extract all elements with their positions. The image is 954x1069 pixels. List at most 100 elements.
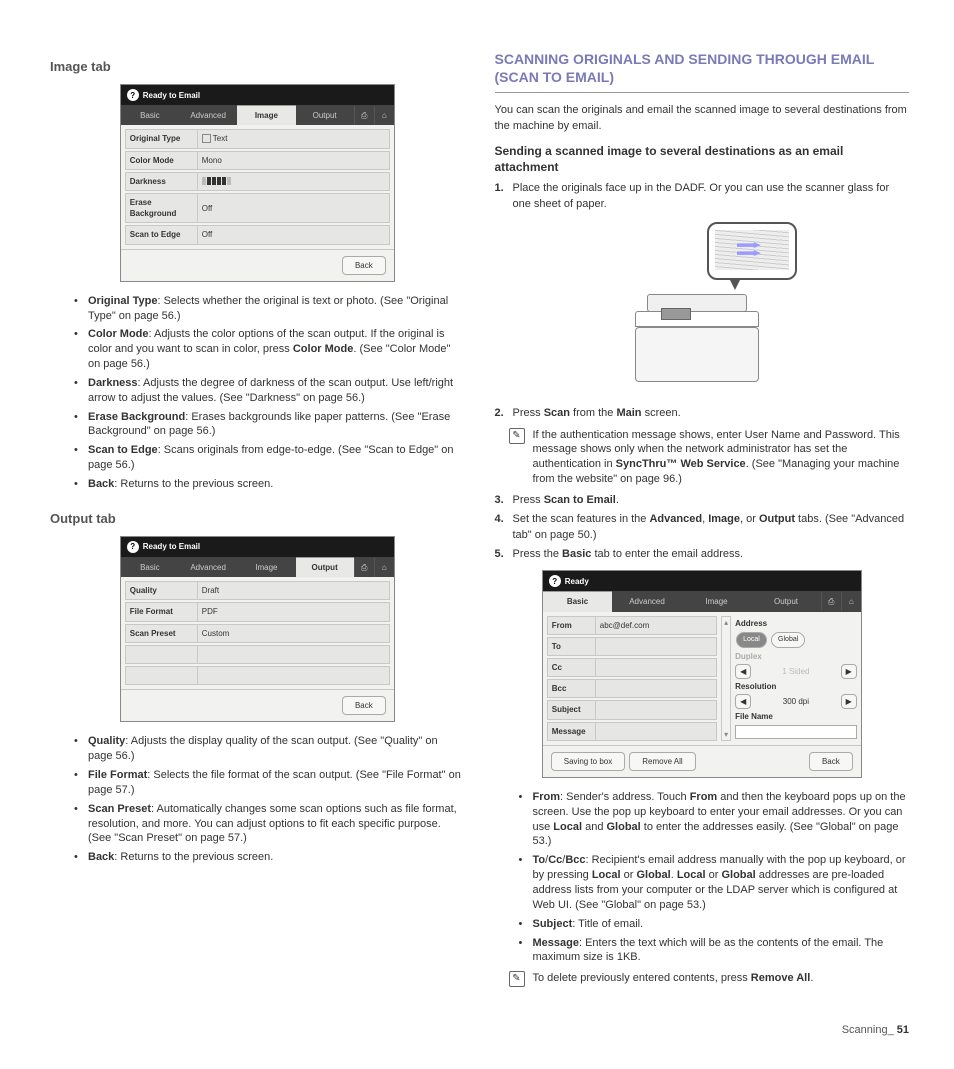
tab-image[interactable]: Image bbox=[682, 592, 752, 611]
row-quality[interactable]: Quality Draft bbox=[125, 581, 390, 600]
step-2: Press Scan from the Main screen. bbox=[495, 406, 910, 421]
panel-header: ? Ready to Email bbox=[121, 537, 394, 557]
row-erase-background[interactable]: Erase Background Off bbox=[125, 193, 390, 223]
steps-list-2: Press Scan from the Main screen. bbox=[495, 406, 910, 421]
help-icon: ? bbox=[127, 541, 139, 553]
intro-text: You can scan the originals and email the… bbox=[495, 103, 910, 134]
panel-header: ? Ready bbox=[543, 571, 861, 591]
checkbox-icon bbox=[202, 134, 211, 143]
panel-status: Ready to Email bbox=[143, 541, 200, 552]
panel-header: ? Ready to Email bbox=[121, 85, 394, 105]
divider bbox=[495, 92, 910, 93]
scrollbar[interactable]: ▴ ▾ bbox=[721, 616, 731, 741]
bullet: Scan Preset: Automatically changes some … bbox=[74, 802, 465, 847]
tab-output[interactable]: Output bbox=[751, 592, 821, 611]
page-footer: Scanning_ 51 bbox=[50, 1023, 909, 1038]
row-empty bbox=[125, 645, 390, 664]
step-5: Press the Basic tab to enter the email a… bbox=[495, 547, 910, 562]
email-right: Address Local Global Duplex ◀ 1 Sided ▶ … bbox=[735, 616, 857, 741]
image-tab-heading: Image tab bbox=[50, 58, 465, 76]
filename-input[interactable] bbox=[735, 725, 857, 739]
left-column: Image tab ? Ready to Email Basic Advance… bbox=[50, 50, 465, 993]
row-file-format[interactable]: File Format PDF bbox=[125, 602, 390, 621]
row-to[interactable]: To bbox=[547, 637, 717, 656]
usb-icon[interactable]: ⎙ bbox=[354, 106, 374, 125]
saving-to-box-button[interactable]: Saving to box bbox=[551, 752, 625, 771]
bullet: Scan to Edge: Scans originals from edge-… bbox=[74, 443, 465, 473]
bullet: Darkness: Adjusts the degree of darkness… bbox=[74, 376, 465, 406]
scroll-up-icon[interactable]: ▴ bbox=[722, 617, 730, 628]
image-tab-screenshot: ? Ready to Email Basic Advanced Image Ou… bbox=[120, 84, 395, 282]
scroll-down-icon[interactable]: ▾ bbox=[722, 729, 730, 740]
bullet: Message: Enters the text which will be a… bbox=[519, 936, 910, 966]
row-scan-preset[interactable]: Scan Preset Custom bbox=[125, 624, 390, 643]
tab-image[interactable]: Image bbox=[237, 105, 295, 125]
steps-list: Place the originals face up in the DADF.… bbox=[495, 181, 910, 212]
tab-basic[interactable]: Basic bbox=[543, 591, 613, 611]
prev-icon[interactable]: ◀ bbox=[735, 664, 751, 679]
tab-output[interactable]: Output bbox=[296, 106, 354, 125]
panel-footer: Back bbox=[121, 249, 394, 281]
tab-basic[interactable]: Basic bbox=[121, 558, 179, 577]
global-button[interactable]: Global bbox=[771, 632, 805, 648]
tab-basic[interactable]: Basic bbox=[121, 106, 179, 125]
row-message[interactable]: Message bbox=[547, 722, 717, 741]
output-tab-screenshot: ? Ready to Email Basic Advanced Image Ou… bbox=[120, 536, 395, 722]
bullet: Back: Returns to the previous screen. bbox=[74, 850, 465, 865]
feed-arrows-icon bbox=[737, 242, 761, 256]
row-scan-to-edge[interactable]: Scan to Edge Off bbox=[125, 225, 390, 244]
right-column: SCANNING ORIGINALS AND SENDING THROUGH E… bbox=[495, 50, 910, 993]
bullet: To/Cc/Bcc: Recipient's email address man… bbox=[519, 853, 910, 912]
bullet: Subject: Title of email. bbox=[519, 917, 910, 932]
bullet: Erase Background: Erases backgrounds lik… bbox=[74, 410, 465, 440]
row-bcc[interactable]: Bcc bbox=[547, 679, 717, 698]
panel-fields: Original Type Text Color Mode Mono Darkn… bbox=[121, 125, 394, 248]
help-icon: ? bbox=[549, 575, 561, 587]
panel-fields: Quality Draft File Format PDF Scan Prese… bbox=[121, 577, 394, 689]
prev-icon[interactable]: ◀ bbox=[735, 694, 751, 709]
panel-tabs: Basic Advanced Image Output ⎙ ⌂ bbox=[543, 591, 861, 611]
row-darkness[interactable]: Darkness bbox=[125, 172, 390, 191]
section-heading: SCANNING ORIGINALS AND SENDING THROUGH E… bbox=[495, 50, 910, 86]
usb-icon[interactable]: ⎙ bbox=[354, 558, 374, 577]
panel-footer: Back bbox=[121, 689, 394, 721]
tab-advanced[interactable]: Advanced bbox=[179, 558, 237, 577]
row-from[interactable]: Fromabc@def.com bbox=[547, 616, 717, 635]
tab-advanced[interactable]: Advanced bbox=[612, 592, 682, 611]
row-subject[interactable]: Subject bbox=[547, 700, 717, 719]
home-icon[interactable]: ⌂ bbox=[841, 592, 861, 611]
tab-image[interactable]: Image bbox=[237, 558, 295, 577]
back-button[interactable]: Back bbox=[342, 256, 386, 275]
note-block: ✎ If the authentication message shows, e… bbox=[509, 428, 910, 487]
bullet: Color Mode: Adjusts the color options of… bbox=[74, 327, 465, 372]
email-panel-screenshot: ? Ready Basic Advanced Image Output ⎙ ⌂ … bbox=[542, 570, 862, 778]
note-icon: ✎ bbox=[509, 428, 525, 444]
home-icon[interactable]: ⌂ bbox=[374, 558, 394, 577]
step-4: Set the scan features in the Advanced, I… bbox=[495, 512, 910, 543]
note-icon: ✎ bbox=[509, 971, 525, 987]
step-1: Place the originals face up in the DADF.… bbox=[495, 181, 910, 212]
sub-heading: Sending a scanned image to several desti… bbox=[495, 144, 910, 175]
row-color-mode[interactable]: Color Mode Mono bbox=[125, 151, 390, 170]
local-button[interactable]: Local bbox=[736, 632, 767, 648]
back-button[interactable]: Back bbox=[342, 696, 386, 715]
help-icon: ? bbox=[127, 89, 139, 101]
next-icon[interactable]: ▶ bbox=[841, 694, 857, 709]
bullet: Original Type: Selects whether the origi… bbox=[74, 294, 465, 324]
darkness-slider bbox=[202, 177, 231, 185]
next-icon[interactable]: ▶ bbox=[841, 664, 857, 679]
back-button[interactable]: Back bbox=[809, 752, 853, 771]
steps-list-3: Press Scan to Email. Set the scan featur… bbox=[495, 493, 910, 563]
remove-all-button[interactable]: Remove All bbox=[629, 752, 695, 771]
row-cc[interactable]: Cc bbox=[547, 658, 717, 677]
note-block-2: ✎ To delete previously entered contents,… bbox=[509, 971, 910, 987]
usb-icon[interactable]: ⎙ bbox=[821, 592, 841, 611]
tab-output[interactable]: Output bbox=[296, 557, 354, 577]
email-left: Fromabc@def.com To Cc Bcc Subject Messag… bbox=[547, 616, 717, 741]
callout-bubble bbox=[707, 222, 797, 280]
tab-advanced[interactable]: Advanced bbox=[179, 106, 237, 125]
bullet: File Format: Selects the file format of … bbox=[74, 768, 465, 798]
panel-footer: Saving to box Remove All Back bbox=[543, 745, 861, 777]
row-original-type[interactable]: Original Type Text bbox=[125, 129, 390, 148]
home-icon[interactable]: ⌂ bbox=[374, 106, 394, 125]
